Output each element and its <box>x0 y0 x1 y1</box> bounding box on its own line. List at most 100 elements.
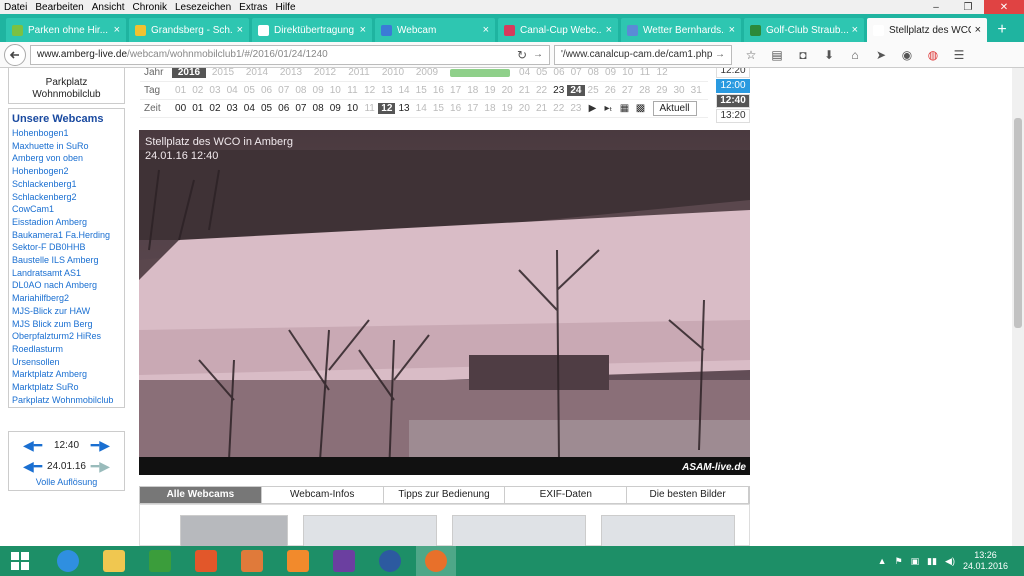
day-cell[interactable]: 25 <box>585 85 602 96</box>
day-cell[interactable]: 24 <box>567 85 585 96</box>
year-cell[interactable]: 2016 <box>172 68 206 78</box>
webcam-link[interactable]: Schlackenberg1 <box>12 178 121 191</box>
thunderbird-icon[interactable] <box>370 546 410 576</box>
tray-up-arrow-icon[interactable]: ▲ <box>878 556 887 566</box>
webcam-link[interactable]: Amberg von oben <box>12 152 121 165</box>
tab-close-icon[interactable]: × <box>483 24 489 36</box>
pocket-icon[interactable]: ◘ <box>790 45 816 65</box>
tab-4[interactable]: Canal-Cup Webc... × <box>498 18 618 42</box>
play-icon[interactable]: ▶ <box>585 103 601 114</box>
webcam-link[interactable]: Maxhuette in SuRo <box>12 140 121 153</box>
day-cell[interactable]: 03 <box>206 85 223 96</box>
webcam-link[interactable]: Schlackenberg2 <box>12 191 121 204</box>
hour-cell[interactable]: 03 <box>224 103 241 114</box>
thumbnail-4[interactable] <box>601 515 735 546</box>
hour-cell[interactable]: 10 <box>344 103 361 114</box>
hour-cell[interactable]: 14 <box>413 103 430 114</box>
menu-item-4[interactable]: Lesezeichen <box>175 2 231 13</box>
hour-cell[interactable]: 09 <box>327 103 344 114</box>
tray-window-icon[interactable]: ▣ <box>911 556 920 567</box>
webcam-link[interactable]: Parkplatz Wohnmobilclub <box>12 394 121 407</box>
menu-icon[interactable]: ☰ <box>946 45 972 65</box>
store-icon[interactable] <box>140 546 180 576</box>
webcam-link[interactable]: Oberpfalzturm2 HiRes <box>12 330 121 343</box>
day-cell[interactable]: 14 <box>395 85 412 96</box>
hour-cell[interactable]: 20 <box>516 103 533 114</box>
next-day-arrow-icon[interactable]: ━▶ <box>91 458 110 475</box>
full-resolution-link[interactable]: Volle Auflösung <box>9 477 124 487</box>
webcam-link[interactable]: MJS-Blick zur HAW <box>12 305 121 318</box>
tab-6[interactable]: Golf-Club Straub... × <box>744 18 864 42</box>
day-cell[interactable]: 11 <box>344 85 361 96</box>
time-option[interactable]: 12:40 <box>716 94 750 108</box>
day-cell[interactable]: 22 <box>533 85 550 96</box>
webcam-link[interactable]: MJS Blick zum Berg <box>12 318 121 331</box>
day-cell[interactable]: 05 <box>241 85 258 96</box>
month-cell[interactable]: 11 <box>636 68 653 78</box>
hour-cell[interactable]: 01 <box>189 103 206 114</box>
day-cell[interactable]: 27 <box>619 85 636 96</box>
month-cell[interactable]: 07 <box>568 68 585 78</box>
internet-explorer-icon[interactable] <box>48 546 88 576</box>
webcam-link[interactable]: Ursensollen <box>12 356 121 369</box>
webcam-image[interactable]: Stellplatz des WCO in Amberg 24.01.16 12… <box>139 130 750 475</box>
day-cell[interactable]: 13 <box>378 85 395 96</box>
tray-network-icon[interactable]: ▮▮ <box>927 556 937 567</box>
tab-1[interactable]: Grandsberg - Sch... × <box>129 18 249 42</box>
webcam-link[interactable]: Marktplatz SuRo <box>12 381 121 394</box>
month-cell[interactable]: 05 <box>533 68 550 78</box>
lower-tab-4[interactable]: Die besten Bilder <box>627 487 749 503</box>
hour-cell[interactable]: 12 <box>378 103 396 114</box>
day-cell[interactable]: 15 <box>413 85 430 96</box>
month-cell[interactable]: 04 <box>516 68 533 78</box>
next-time-arrow-icon[interactable]: ━▶ <box>91 437 110 454</box>
hour-cell[interactable]: 06 <box>275 103 292 114</box>
lower-tab-2[interactable]: Tipps zur Bedienung <box>384 487 506 503</box>
webcam-link[interactable]: Mariahilfberg2 <box>12 292 121 305</box>
hour-cell[interactable]: 08 <box>310 103 327 114</box>
reader-list-icon[interactable]: ▤ <box>764 45 790 65</box>
media-player-icon[interactable] <box>278 546 318 576</box>
gallery-view-icon[interactable]: ▩ <box>633 103 649 114</box>
tab-close-icon[interactable]: × <box>606 24 612 36</box>
webcam-link[interactable]: Sektor-F DB0HHB <box>12 241 121 254</box>
hour-cell[interactable]: 23 <box>567 103 584 114</box>
day-cell[interactable]: 23 <box>550 85 567 96</box>
toolbox-icon[interactable] <box>232 546 272 576</box>
month-cell[interactable]: 08 <box>585 68 602 78</box>
go-arrow-icon[interactable]: → <box>715 49 725 60</box>
hour-cell[interactable]: 22 <box>550 103 567 114</box>
year-cell[interactable]: 2013 <box>274 68 308 78</box>
hour-cell[interactable]: 05 <box>258 103 275 114</box>
bookmark-star-icon[interactable]: ☆ <box>738 45 764 65</box>
menu-item-3[interactable]: Chronik <box>133 2 167 13</box>
day-cell[interactable]: 07 <box>275 85 292 96</box>
lower-tab-3[interactable]: EXIF-Daten <box>505 487 628 503</box>
webcam-link[interactable]: Roedlasturm <box>12 343 121 356</box>
tab-close-icon[interactable]: × <box>729 24 735 36</box>
time-option[interactable]: 12:20 <box>716 68 750 78</box>
scrollbar[interactable] <box>1012 68 1024 546</box>
windows-start-icon[interactable] <box>0 552 40 570</box>
hour-cell[interactable]: 11 <box>361 103 378 114</box>
lower-tab-1[interactable]: Webcam-Infos <box>262 487 384 503</box>
send-icon[interactable]: ➤ <box>868 45 894 65</box>
home-icon[interactable]: ⌂ <box>842 45 868 65</box>
year-cell[interactable]: 2009 <box>410 68 444 78</box>
tab-close-icon[interactable]: × <box>975 24 981 36</box>
webcam-link[interactable]: Landratsamt AS1 <box>12 267 121 280</box>
month-cell[interactable]: 09 <box>602 68 619 78</box>
maximize-button[interactable]: ❐ <box>952 0 984 14</box>
addon-icon[interactable]: ◍ <box>920 45 946 65</box>
forward-icon[interactable]: → <box>533 49 543 60</box>
tab-2[interactable]: Direktübertragung - ... × <box>252 18 372 42</box>
day-cell[interactable]: 31 <box>688 85 705 96</box>
tab-close-icon[interactable]: × <box>114 24 120 36</box>
hour-cell[interactable]: 21 <box>533 103 550 114</box>
year-cell[interactable]: 2015 <box>206 68 240 78</box>
day-cell[interactable]: 02 <box>189 85 206 96</box>
hour-cell[interactable]: 04 <box>241 103 258 114</box>
day-cell[interactable]: 30 <box>670 85 687 96</box>
time-option[interactable]: 12:00 <box>716 79 750 93</box>
webcam-link[interactable]: Baustelle ILS Amberg <box>12 254 121 267</box>
